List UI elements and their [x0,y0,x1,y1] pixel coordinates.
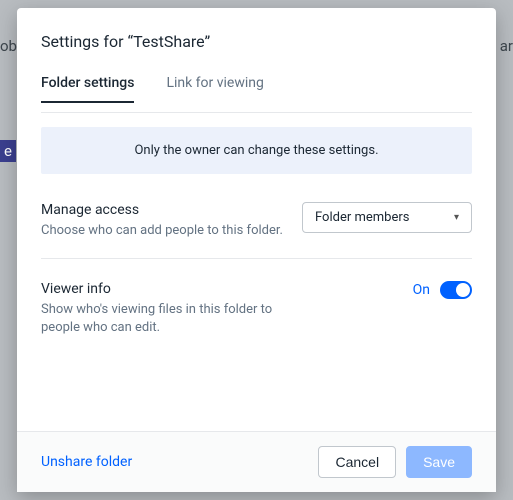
modal-footer: Unshare folder Cancel Save [17,431,496,492]
chevron-down-icon: ▾ [454,212,459,223]
manage-access-select[interactable]: Folder members ▾ [302,202,472,233]
settings-modal: Settings for “TestShare” Folder settings… [17,8,496,492]
cancel-button[interactable]: Cancel [318,446,396,478]
bg-text: ob [0,37,17,55]
manage-access-section: Manage access Choose who can add people … [41,196,472,258]
bg-text: ar [500,37,513,55]
save-button[interactable]: Save [406,446,472,478]
viewer-info-sub: Show who's viewing files in this folder … [41,301,291,337]
tabs-divider [41,112,472,113]
tabs: Folder settings Link for viewing [41,75,472,102]
manage-access-sub: Choose who can add people to this folder… [41,222,283,240]
bg-text: e [0,140,16,162]
manage-access-value: Folder members [315,210,410,225]
viewer-info-section: Viewer info Show who's viewing files in … [41,258,472,355]
owner-notice: Only the owner can change these settings… [41,127,472,174]
viewer-info-toggle[interactable] [440,281,472,299]
manage-access-label: Manage access [41,202,283,218]
modal-title: Settings for “TestShare” [41,32,472,51]
unshare-link[interactable]: Unshare folder [41,454,132,470]
tab-folder-settings[interactable]: Folder settings [41,75,134,103]
tab-link-for-viewing[interactable]: Link for viewing [166,75,263,102]
viewer-info-state: On [413,282,430,298]
viewer-info-label: Viewer info [41,281,291,297]
